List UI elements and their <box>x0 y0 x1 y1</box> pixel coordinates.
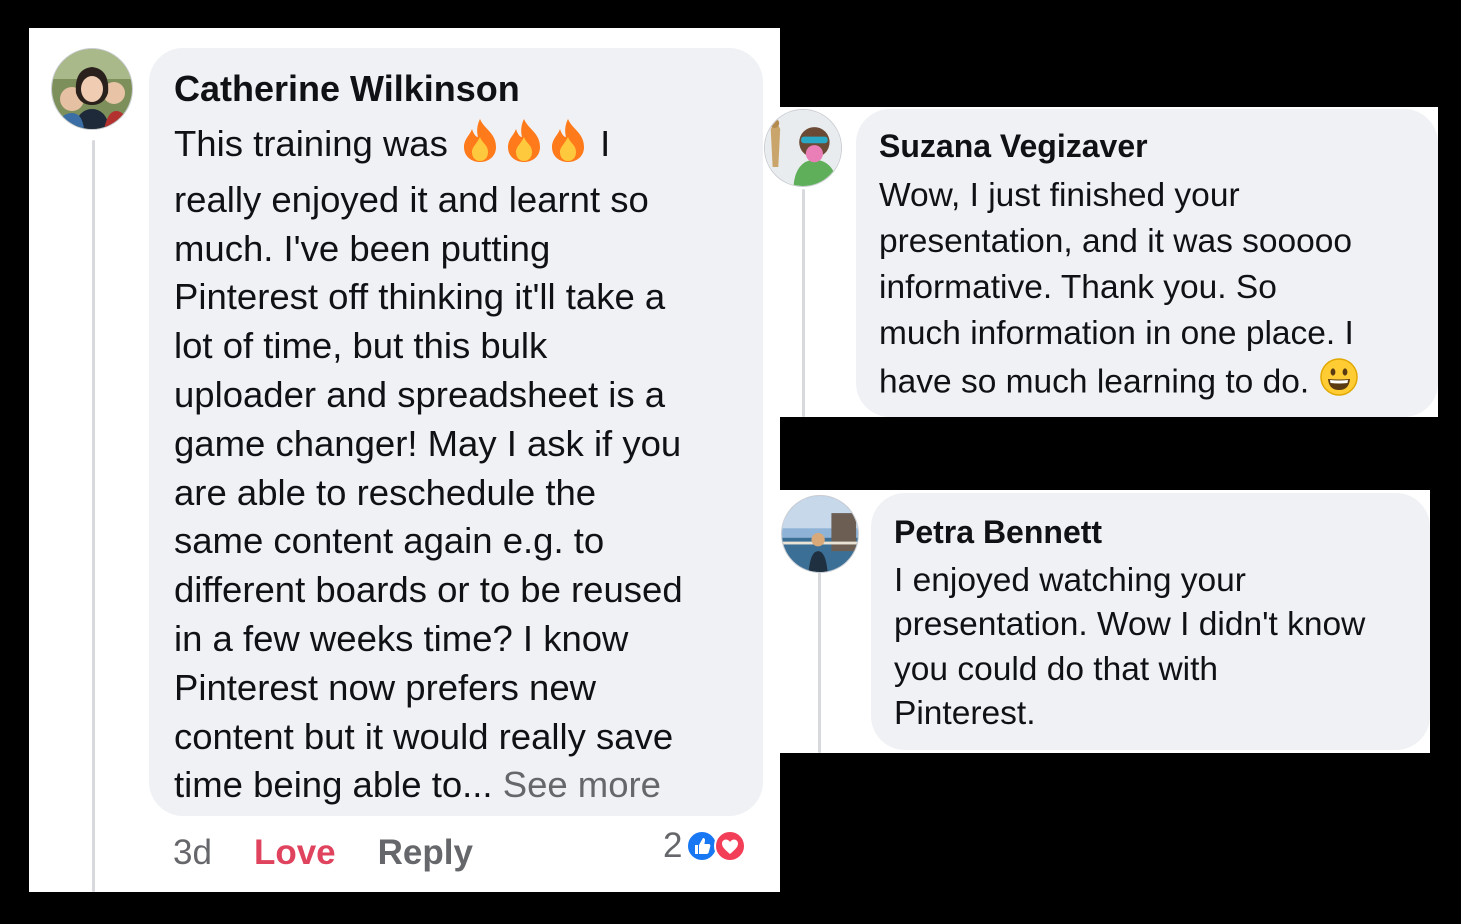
grinning-face-emoji <box>1319 357 1359 410</box>
fire-emoji <box>502 117 546 176</box>
comment-line: I enjoyed watching your <box>894 562 1246 599</box>
love-button[interactable]: Love <box>254 828 336 878</box>
comment-line: you could do that with <box>894 650 1219 688</box>
comment-line: different boards or to be reused <box>174 569 683 611</box>
avatar[interactable] <box>781 495 859 573</box>
comment-bubble: Petra Bennett I enjoyed watching your pr… <box>871 493 1430 750</box>
comment-text: Wow, I just finished your presentation, … <box>879 173 1438 410</box>
comment-card-catherine: Catherine Wilkinson This training was I … <box>29 28 780 892</box>
comment-line: are able to reschedule the <box>174 471 597 513</box>
reaction-count: 2 <box>663 826 683 865</box>
avatar[interactable] <box>51 48 133 130</box>
comment-card-suzana: Suzana Vegizaver Wow, I just finished yo… <box>764 107 1438 417</box>
comment-timestamp[interactable]: 3d <box>173 828 212 878</box>
thread-line <box>92 140 95 892</box>
comment-line: Wow, I just finished your <box>879 177 1240 214</box>
comment-line: I <box>600 123 611 165</box>
comment-text: I enjoyed watching your presentation. Wo… <box>894 559 1430 736</box>
comment-line: lot of time, but this bulk <box>174 325 548 367</box>
comment-author[interactable]: Petra Bennett <box>894 513 1430 551</box>
comment-line: in a few weeks time? I know <box>174 617 629 659</box>
comment-bubble: Suzana Vegizaver Wow, I just finished yo… <box>856 109 1438 417</box>
comment-line: game changer! May I ask if you <box>174 422 682 464</box>
thread-line <box>818 572 821 753</box>
comment-actions: 3d Love Reply <box>173 828 473 878</box>
comment-line: presentation. Wow I didn't know <box>894 606 1366 644</box>
reaction-summary[interactable]: 2 <box>663 824 747 868</box>
comment-line: content but it would really save <box>174 715 674 757</box>
fire-emoji <box>546 117 590 176</box>
comment-line: This training was <box>174 123 448 165</box>
comment-line: same content again e.g. to <box>174 520 605 562</box>
profile-photo-icon <box>765 110 841 186</box>
comment-line: time being able to... <box>174 764 493 806</box>
avatar[interactable] <box>764 109 842 187</box>
profile-photo-icon <box>52 49 132 129</box>
reply-button[interactable]: Reply <box>378 828 473 878</box>
comment-line: really enjoyed it and learnt so <box>174 178 649 220</box>
see-more-link[interactable]: See more <box>503 764 661 805</box>
fire-emoji <box>458 117 502 176</box>
comment-line: much information in one place. I <box>879 315 1354 352</box>
comment-author[interactable]: Catherine Wilkinson <box>174 68 763 110</box>
profile-photo-icon <box>782 496 858 572</box>
comment-author[interactable]: Suzana Vegizaver <box>879 127 1438 165</box>
comment-line: Pinterest. <box>894 694 1036 732</box>
comment-bubble: Catherine Wilkinson This training was I … <box>149 48 763 816</box>
comment-text: This training was I really enjoyed it an… <box>174 117 763 810</box>
comment-line: presentation, and it was sooooo <box>879 223 1353 260</box>
comment-card-petra: Petra Bennett I enjoyed watching your pr… <box>778 490 1430 753</box>
comment-line: Pinterest now prefers new <box>174 666 596 708</box>
comment-line: Pinterest off thinking it'll take a <box>174 276 666 318</box>
comment-line: informative. Thank you. So <box>879 269 1277 306</box>
comment-line: uploader and spreadsheet is a <box>174 373 666 415</box>
thread-line <box>802 189 805 417</box>
comment-line: have so much learning to do. <box>879 363 1310 401</box>
love-reaction-icon <box>714 830 747 862</box>
comment-line: much. I've been putting <box>174 227 551 269</box>
